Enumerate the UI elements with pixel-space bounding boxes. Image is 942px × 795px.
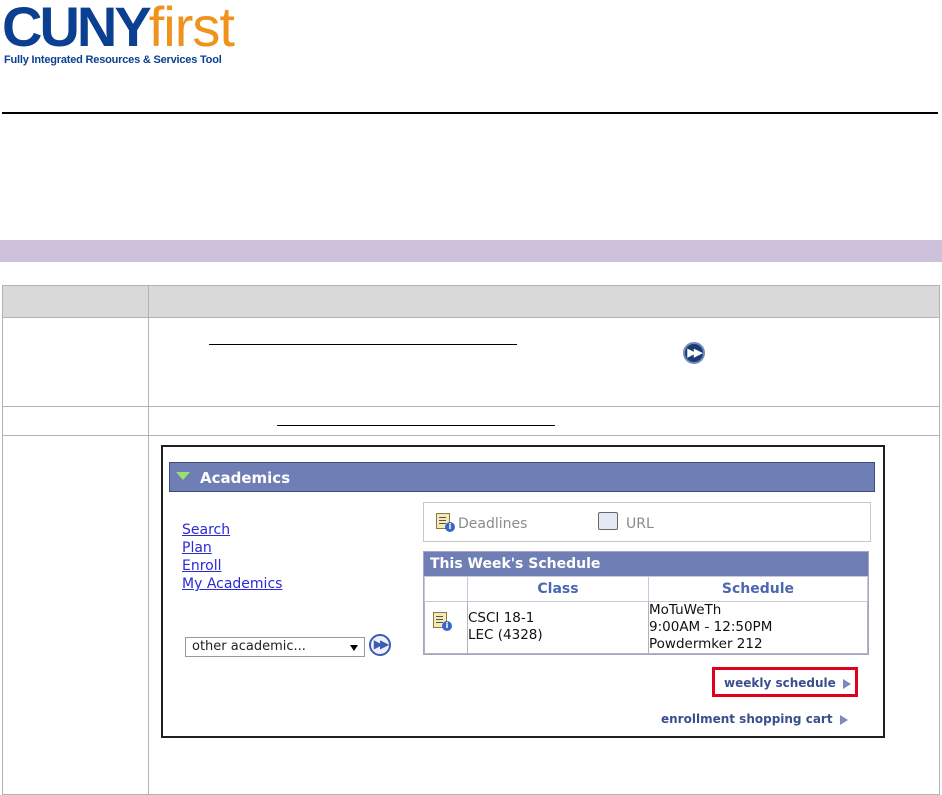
- academics-title: Academics: [200, 469, 291, 487]
- academics-screenshot: Academics Search Plan Enroll My Academic…: [161, 445, 885, 738]
- other-academic-select[interactable]: other academic...: [185, 637, 365, 657]
- header-divider: [2, 112, 938, 114]
- search-link[interactable]: Search: [182, 521, 282, 539]
- double-chevron-right-icon: ▶▶: [683, 342, 705, 364]
- schedule-time: 9:00AM - 12:50PM: [649, 619, 773, 635]
- go-button[interactable]: ▶▶: [369, 634, 391, 656]
- table-row: ▶▶: [2, 317, 940, 407]
- table-header-row: [2, 285, 940, 318]
- deadlines-link[interactable]: Deadlines: [458, 516, 527, 532]
- schedule-column-header: Schedule: [648, 576, 868, 602]
- academics-links: Search Plan Enroll My Academics: [182, 521, 282, 593]
- academics-header-bar: Academics: [169, 462, 875, 492]
- dropdown-arrow-icon: [350, 645, 358, 651]
- section-band: [0, 240, 942, 262]
- weekly-schedule-panel: This Week's Schedule Class Schedule i CS…: [423, 551, 869, 655]
- weekly-schedule-highlight: weekly schedule: [712, 667, 858, 697]
- schedule-table: Class Schedule i CSCI 18-1 LEC (4328) Mo…: [424, 576, 868, 654]
- schedule-title: This Week's Schedule: [424, 552, 868, 576]
- underlined-text-line: [277, 425, 555, 426]
- cunyfirst-logo: CUNYfirst Fully Integrated Resources & S…: [2, 0, 242, 70]
- right-arrow-icon: [843, 679, 851, 689]
- class-cell: CSCI 18-1 LEC (4328): [467, 601, 649, 654]
- url-link[interactable]: URL: [626, 516, 654, 532]
- underlined-text-line: [209, 344, 517, 345]
- class-section: LEC (4328): [468, 627, 543, 643]
- select-value: other academic...: [192, 639, 306, 654]
- url-icon: [598, 512, 618, 530]
- deadlines-url-panel: i Deadlines URL: [423, 502, 871, 542]
- my-academics-link[interactable]: My Academics: [182, 575, 282, 593]
- plan-link[interactable]: Plan: [182, 539, 282, 557]
- schedule-room: Powdermker 212: [649, 636, 763, 652]
- schedule-header-row: Class Schedule: [424, 576, 868, 602]
- collapse-triangle-icon[interactable]: [176, 472, 190, 480]
- instruction-table: ▶▶ Academics Search Plan Enroll My Acade…: [2, 285, 940, 795]
- logo-cuny-text: CUNY: [2, 0, 152, 58]
- schedule-days: MoTuWeTh: [649, 602, 722, 618]
- table-row: i CSCI 18-1 LEC (4328) MoTuWeTh 9:00AM -…: [424, 601, 868, 654]
- table-row: Academics Search Plan Enroll My Academic…: [2, 435, 940, 795]
- calendar-info-icon: i: [436, 513, 455, 532]
- logo-tagline: Fully Integrated Resources & Services To…: [4, 54, 222, 66]
- class-code: CSCI 18-1: [468, 610, 535, 626]
- enrollment-cart-link[interactable]: enrollment shopping cart: [661, 712, 833, 726]
- schedule-cell: MoTuWeTh 9:00AM - 12:50PM Powdermker 212: [648, 601, 868, 654]
- table-row: [2, 406, 940, 436]
- calendar-info-icon: i: [433, 612, 452, 631]
- weekly-schedule-link[interactable]: weekly schedule: [724, 676, 836, 690]
- logo-first-text: first: [148, 0, 235, 58]
- right-arrow-icon: [840, 715, 848, 725]
- enroll-link[interactable]: Enroll: [182, 557, 282, 575]
- class-column-header: Class: [467, 576, 649, 602]
